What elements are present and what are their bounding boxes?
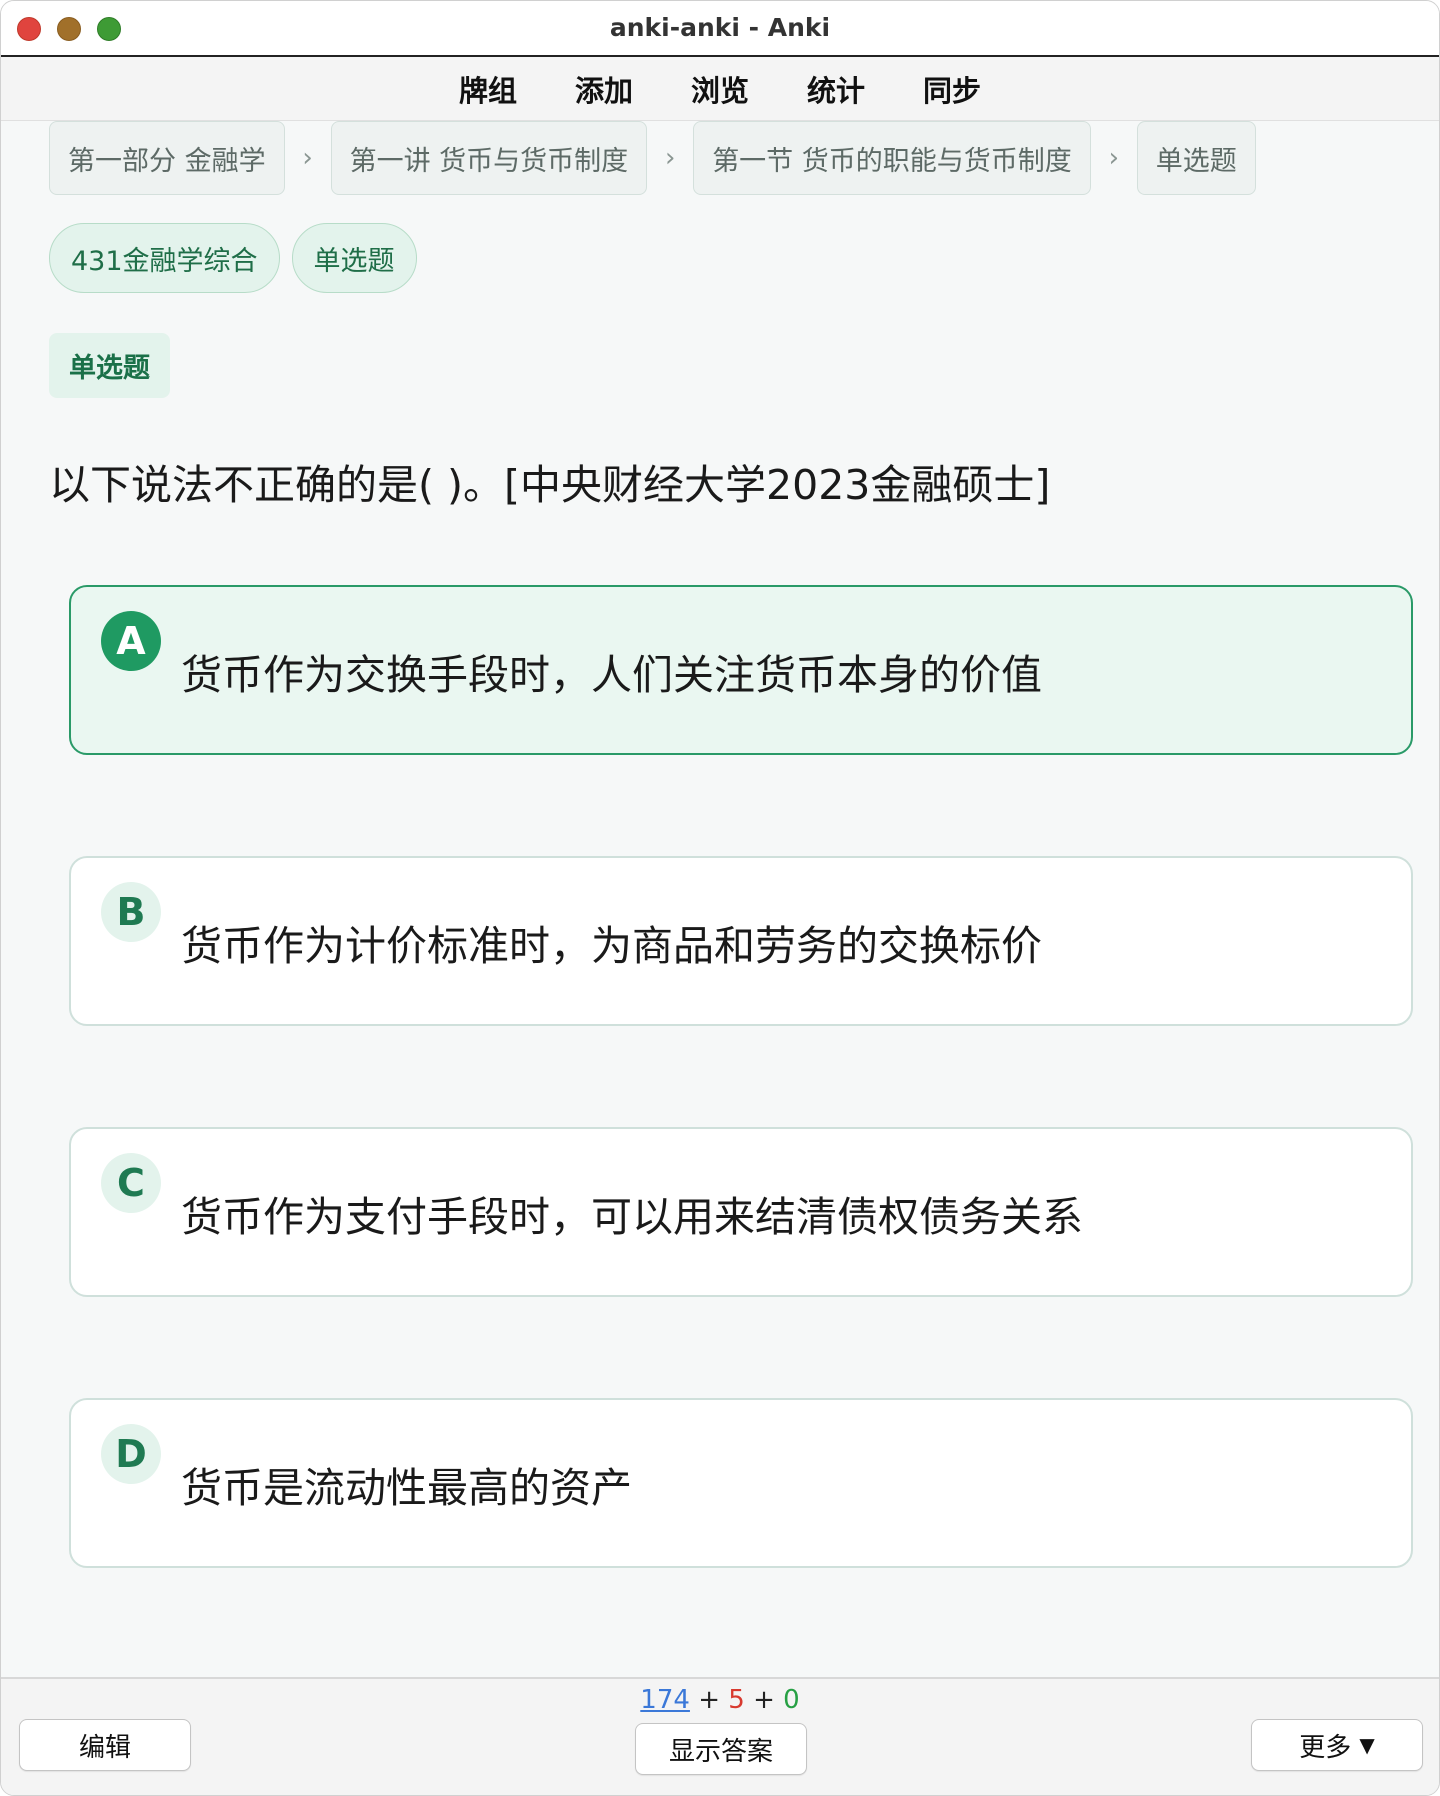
more-label: 更多 [1299,1732,1352,1763]
edit-button[interactable]: 编辑 [19,1719,191,1771]
new-count[interactable]: 174 [640,1685,690,1715]
count-plus: + [753,1685,775,1715]
breadcrumb-separator: › [302,143,313,173]
option-text: 货币是流动性最高的资产 [181,1464,632,1512]
option-b[interactable]: B 货币作为计价标准时，为商品和劳务的交换标价 [69,856,1413,1026]
breadcrumb-item: 第一讲 货币与货币制度 [330,121,648,195]
learn-count: 5 [728,1685,745,1715]
title-bar: anki-anki - Anki [1,1,1439,57]
option-c[interactable]: C 货币作为支付手段时，可以用来结清债权债务关系 [69,1127,1413,1297]
breadcrumb: 第一部分 金融学 › 第一讲 货币与货币制度 › 第一节 货币的职能与货币制度 … [49,121,1256,195]
breadcrumb-separator: › [664,143,676,173]
option-letter: C [101,1153,161,1213]
menu-browse[interactable]: 浏览 [662,68,778,110]
option-letter: A [101,611,161,671]
caret-down-icon: ▼ [1359,1733,1375,1757]
option-letter: B [101,882,161,942]
option-text: 货币作为计价标准时，为商品和劳务的交换标价 [181,922,1042,970]
menu-add[interactable]: 添加 [546,68,662,110]
question-type-badge: 单选题 [49,333,170,398]
review-count: 0 [783,1685,800,1715]
breadcrumb-separator: › [1108,143,1119,173]
breadcrumb-item: 第一节 货币的职能与货币制度 [693,121,1091,195]
window-title: anki-anki - Anki [609,13,831,42]
breadcrumb-item: 第一部分 金融学 [49,121,285,195]
breadcrumb-item: 单选题 [1136,121,1256,195]
anki-window: anki-anki - Anki 牌组 添加 浏览 统计 同步 第一部分 金融学… [0,0,1440,1796]
tag-chip: 单选题 [291,223,417,293]
bottom-bar: 174 + 5 + 0 编辑 显示答案 更多 ▼ [1,1677,1439,1795]
menu-sync[interactable]: 同步 [894,68,1010,110]
option-a[interactable]: A 货币作为交换手段时，人们关注货币本身的价值 [69,585,1413,755]
count-plus: + [698,1685,720,1715]
show-answer-button[interactable]: 显示答案 [635,1723,807,1775]
option-text: 货币作为支付手段时，可以用来结清债权债务关系 [181,1193,1083,1241]
option-d[interactable]: D 货币是流动性最高的资产 [69,1398,1413,1568]
tag-chip: 431金融学综合 [49,223,280,293]
menu-decks[interactable]: 牌组 [430,68,546,110]
option-letter: D [101,1424,161,1484]
menu-stats[interactable]: 统计 [778,68,894,110]
due-counts: 174 + 5 + 0 [1,1685,1439,1715]
option-text: 货币作为交换手段时，人们关注货币本身的价值 [181,651,1042,699]
top-menu: 牌组 添加 浏览 统计 同步 [1,57,1439,121]
question-text: 以下说法不正确的是( )。[中央财经大学2023金融硕士] [49,461,1051,509]
more-button[interactable]: 更多 ▼ [1251,1719,1423,1771]
tag-list: 431金融学综合 单选题 [49,223,417,293]
